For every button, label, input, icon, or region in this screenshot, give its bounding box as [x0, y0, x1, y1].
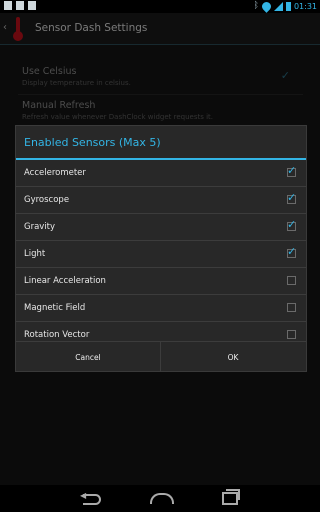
- dialog-button-row: Cancel OK: [16, 341, 306, 372]
- cancel-button[interactable]: Cancel: [16, 342, 161, 372]
- sensor-checkbox[interactable]: ✓: [287, 218, 296, 231]
- check-icon: ✓: [287, 245, 297, 258]
- sensor-item-gyroscope[interactable]: Gyroscope ✓: [16, 187, 306, 214]
- sensor-checkbox[interactable]: ✓: [287, 164, 296, 177]
- sensor-item-magnetic-field[interactable]: Magnetic Field: [16, 295, 306, 322]
- sensor-item-gravity[interactable]: Gravity ✓: [16, 214, 306, 241]
- image-icon: [4, 1, 12, 10]
- sensor-checkbox[interactable]: ✓: [287, 191, 296, 204]
- check-icon: ✓: [287, 218, 297, 231]
- ok-button[interactable]: OK: [161, 342, 305, 372]
- battery-icon: [285, 2, 291, 11]
- sensor-checkbox[interactable]: ✓: [287, 245, 296, 258]
- wifi-icon: [260, 0, 273, 13]
- sensor-item-light[interactable]: Light ✓: [16, 241, 306, 268]
- sensor-checkbox[interactable]: [287, 330, 296, 339]
- dialog-title: Enabled Sensors (Max 5): [24, 136, 161, 149]
- sensor-item-linear-acceleration[interactable]: Linear Acceleration: [16, 268, 306, 295]
- sensor-checkbox[interactable]: [287, 303, 296, 312]
- home-icon[interactable]: [150, 493, 174, 504]
- enabled-sensors-dialog: Enabled Sensors (Max 5) Accelerometer ✓ …: [15, 125, 307, 372]
- sensor-label: Linear Acceleration: [24, 276, 106, 286]
- check-icon: ✓: [287, 191, 297, 204]
- sensor-label: Rotation Vector: [24, 330, 90, 340]
- status-time: 01:31: [293, 2, 317, 11]
- check-icon: ✓: [287, 164, 297, 177]
- status-bar: ᛒ 01:31: [0, 0, 320, 13]
- sensor-label: Gravity: [24, 222, 56, 232]
- navigation-bar: ◀: [0, 485, 320, 512]
- sensor-label: Gyroscope: [24, 195, 70, 205]
- sensor-label: Magnetic Field: [24, 303, 86, 313]
- bluetooth-icon: ᛒ: [253, 1, 259, 11]
- sensor-label: Accelerometer: [24, 168, 86, 178]
- briefcase-icon: [28, 1, 36, 10]
- download-icon: [16, 1, 24, 10]
- signal-icon: [273, 2, 283, 11]
- back-button[interactable]: [83, 494, 101, 505]
- sensor-list: Accelerometer ✓ Gyroscope ✓ Gravity ✓ Li…: [16, 160, 306, 348]
- recent-apps-icon[interactable]: [222, 492, 238, 505]
- sensor-label: Light: [24, 249, 46, 259]
- sensor-checkbox[interactable]: [287, 276, 296, 285]
- sensor-item-accelerometer[interactable]: Accelerometer ✓: [16, 160, 306, 187]
